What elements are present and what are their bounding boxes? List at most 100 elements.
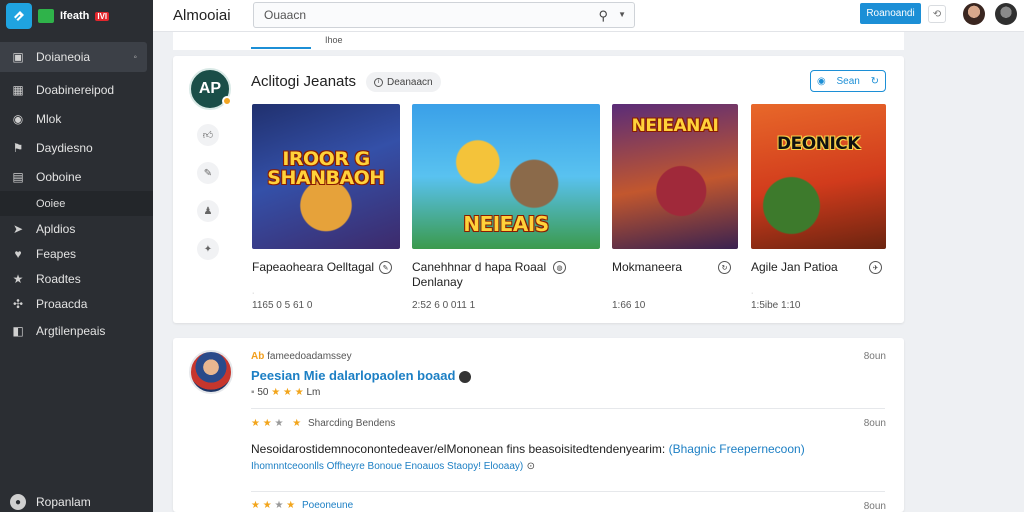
review-tags[interactable]: Ihomnntceoonlls Offheyre Bonoue Enoauos … [251,461,523,472]
game-cover[interactable]: NEIEANAI [612,104,738,249]
game-meta: · [751,290,754,297]
rating-label: Sharcding Bendens [308,418,396,429]
game-cover[interactable]: NEIEAIS [412,104,600,249]
feature-title: Aclitogi Jeanats [251,73,357,90]
game-name[interactable]: Agile Jan Patioa [751,260,838,275]
avatar[interactable] [963,3,985,25]
image-icon: ▤ [12,169,24,184]
follow-label: Sean [836,75,860,87]
globe-icon[interactable]: ◍ [553,261,566,274]
tab-strip: Ihoe [173,32,904,50]
sidebar-item-label: Apldios [36,221,76,236]
person-icon[interactable]: ♟ [197,200,219,222]
sidebar-item-label: Roadtes [36,271,81,286]
logo-row[interactable]: Ifeath IVI [0,0,153,32]
game-name[interactable]: Mokmaneera [612,260,682,275]
sidebar-item-4[interactable]: ▤ Ooboine [0,162,153,191]
sidebar-item-8[interactable]: ★ Roadtes [0,266,153,291]
game-stats: 1165 0 5 61 0 [252,300,313,311]
share-icon[interactable]: ✈ [869,261,882,274]
category-chip[interactable]: i Deanaacn [366,72,441,92]
reviews-card: Ab fameedoadamssey Peesian Mie dalarlopa… [173,338,904,512]
search-icon[interactable]: ⚲ [598,8,608,24]
flag-icon: ⚑ [12,140,24,155]
timestamp: 8oun [863,418,886,429]
rating-label: Poeoneune [302,500,354,511]
primary-button[interactable]: Roanoandi [860,3,921,24]
star-icon: ★ [294,387,304,398]
sidebar-footer-label: Ropanlam [36,495,91,509]
play-icon[interactable]: ✎ [379,261,392,274]
game-card[interactable]: NEIEANAI Mokmaneera ↻ 1:66 10 [612,104,738,311]
game-cover-text: NEIEAIS [463,212,549,236]
search-input[interactable] [254,3,554,27]
app-logo-icon[interactable] [6,3,32,29]
eye-icon: ◉ [12,111,24,126]
game-meta: · [252,290,255,297]
sidebar-item-label: Ooboine [36,169,82,184]
cursor-icon: ➤ [12,221,24,236]
refresh-icon[interactable]: ↻ [718,261,731,274]
sidebar-item-2[interactable]: ◉ Mlok [0,104,153,133]
sidebar-item-0[interactable]: ▣ Doianeoia ◦ [0,42,147,72]
sidebar-item-6[interactable]: ➤ Apldios [0,216,153,241]
game-card[interactable]: IROOR G SHANBAOH Fapeaoheara Oelltagal ✎ … [252,104,400,311]
refresh-icon: ↻ [870,75,879,87]
like-icon[interactable]: 👍︎ [197,124,219,146]
search-box[interactable]: ⚲ ▼ [253,2,635,28]
chevron-icon[interactable]: ◦ [133,52,137,63]
tab-active-indicator[interactable] [251,47,311,49]
sidebar-item-7[interactable]: ♥ Feapes [0,241,153,266]
review-author[interactable]: Ab fameedoadamssey [251,351,352,362]
panel-icon: ◧ [12,323,24,338]
follow-button[interactable]: ◉ Sean ↻ [810,70,886,92]
game-cover[interactable]: DEONICK [751,104,886,249]
author-name: fameedoadamssey [267,351,352,362]
sidebar-footer[interactable]: ● Ropanlam [10,494,91,510]
game-card[interactable]: NEIEAIS Canehhnar d hapa Roaal Denlanay ◍… [412,104,600,311]
star-icon: ★ [292,418,302,429]
sidebar-item-label: Feapes [36,246,77,261]
sidebar-item-1[interactable]: ▦ Doabinereipod [0,75,153,104]
star-icon: ★ [12,271,24,286]
sidebar-subitem[interactable]: Ooiee [0,191,153,216]
sidebar-item-9[interactable]: ✣ Proaacda [0,291,153,316]
star-icon: ★ [271,387,281,398]
game-cover[interactable]: IROOR G SHANBAOH [252,104,400,249]
rating-row: ▪ 50 ★ ★ ★ Lm [251,387,320,398]
game-name[interactable]: Fapeaoheara Oelltagal [252,260,374,275]
sidebar-item-label: Argtilenpeais [36,323,106,338]
pin-icon[interactable]: ✎ [197,162,219,184]
review-headline[interactable]: Peesian Mie dalarlopaolen boaad [251,368,472,383]
review-link[interactable]: (Bhagnic Freepernecoon) [669,442,805,456]
sidebar-item-label: Proaacda [36,296,88,311]
tab-label[interactable]: Ihoe [325,35,343,45]
sidebar-item-10[interactable]: ◧ Argtilenpeais [0,316,153,345]
game-cover-text: NEIEANAI [631,116,719,136]
sidebar-item-label: Daydiesno [36,140,93,155]
game-card[interactable]: DEONICK Agile Jan Patioa ✈ · 1:5ibe 1:10 [751,104,886,311]
sidebar-nav: ▣ Doianeoia ◦ ▦ Doabinereipod ◉ Mlok ⚑ D… [0,42,153,345]
star-icon: ★ [274,500,284,511]
game-name[interactable]: Canehhnar d hapa Roaal Denlanay [412,260,546,290]
avatar-secondary[interactable] [995,3,1017,25]
feature-card: AP Aclitogi Jeanats i Deanaacn ◉ Sean ↻ … [173,56,904,323]
game-cover-text: IROOR G SHANBAOH [267,148,385,189]
review-text: Nesoidarostidemnoconontedeaver/elMononea… [251,442,666,456]
star-icon: ★ [251,418,260,429]
star-icon: ★ [274,418,284,429]
avatar[interactable] [189,350,233,394]
author-prefix: Ab [251,351,265,362]
sidebar-item-label: Mlok [36,111,62,126]
heart-icon: ♥ [14,246,22,261]
sparkle-icon[interactable]: ✦ [197,238,219,260]
chevron-down-icon[interactable]: ▼ [618,10,626,19]
status-dot-icon [222,96,232,106]
user-icon: ● [10,494,26,510]
game-stats: 1:66 10 [612,300,646,311]
sidebar-item-3[interactable]: ⚑ Daydiesno [0,133,153,162]
info-icon: i [374,77,383,87]
timestamp: 8oun [863,351,886,362]
link-icon[interactable]: ⟲ [928,5,946,23]
settings-icon[interactable]: ⊙ [527,461,535,472]
